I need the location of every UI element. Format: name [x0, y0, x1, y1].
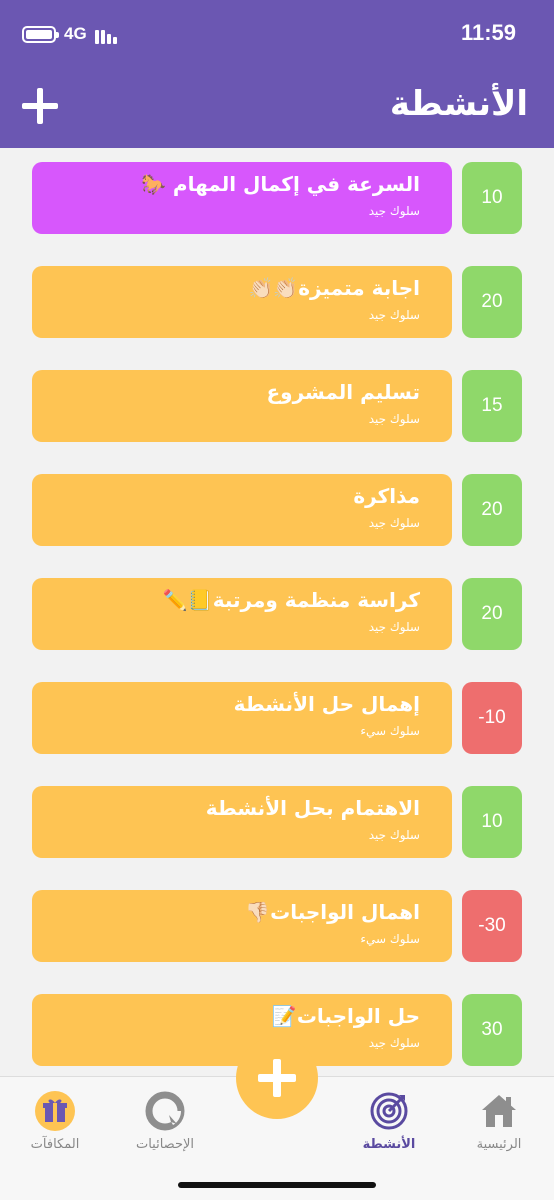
activity-card[interactable]: تسليم المشروع سلوك جيد — [32, 370, 452, 442]
tab-activities[interactable]: الأنشطة — [334, 1087, 444, 1157]
activity-points: 15 — [462, 370, 522, 442]
activity-subtitle: سلوك سيء — [360, 932, 420, 946]
activity-subtitle: سلوك جيد — [368, 204, 420, 218]
activity-points: 20 — [462, 266, 522, 338]
gift-icon — [35, 1091, 75, 1131]
tab-label: المكافآت — [30, 1137, 80, 1152]
activity-title: اجابة متميزة👏🏻👏🏻 — [248, 276, 420, 300]
target-icon — [370, 1092, 408, 1130]
activity-title: اهمال الواجبات👎🏻 — [245, 900, 420, 924]
app-header: 4G 11:59 الأنشطة — [0, 0, 554, 148]
activity-points: 30 — [462, 994, 522, 1066]
tab-label: الأنشطة — [362, 1137, 416, 1152]
status-bar: 4G 11:59 — [0, 0, 554, 70]
activity-subtitle: سلوك جيد — [368, 412, 420, 426]
activity-card[interactable]: كراسة منظمة ومرتبة📒✏️ سلوك جيد — [32, 578, 452, 650]
activity-row[interactable]: تسليم المشروع سلوك جيد 15 — [0, 370, 554, 442]
activity-row[interactable]: إهمال حل الأنشطة سلوك سيء -10 — [0, 682, 554, 754]
activity-subtitle: سلوك جيد — [368, 308, 420, 322]
activity-subtitle: سلوك جيد — [368, 620, 420, 634]
activity-row[interactable]: الاهتمام بحل الأنشطة سلوك جيد 10 — [0, 786, 554, 858]
activity-subtitle: سلوك جيد — [368, 828, 420, 842]
activity-title: إهمال حل الأنشطة — [233, 692, 420, 716]
activity-title: حل الواجبات📝 — [271, 1004, 420, 1028]
activity-card[interactable]: مذاكرة سلوك جيد — [32, 474, 452, 546]
activity-row[interactable]: اجابة متميزة👏🏻👏🏻 سلوك جيد 20 — [0, 266, 554, 338]
activity-title: تسليم المشروع — [266, 380, 421, 404]
activity-title: كراسة منظمة ومرتبة📒✏️ — [162, 588, 420, 612]
activity-subtitle: سلوك سيء — [360, 724, 420, 738]
activity-row[interactable]: كراسة منظمة ومرتبة📒✏️ سلوك جيد 20 — [0, 578, 554, 650]
tab-rewards[interactable]: المكافآت — [0, 1087, 110, 1157]
activity-card[interactable]: إهمال حل الأنشطة سلوك سيء — [32, 682, 452, 754]
pie-chart-icon — [145, 1091, 185, 1131]
activity-row[interactable]: اهمال الواجبات👎🏻 سلوك سيء -30 — [0, 890, 554, 962]
network-label: 4G — [64, 24, 87, 43]
activity-card[interactable]: اجابة متميزة👏🏻👏🏻 سلوك جيد — [32, 266, 452, 338]
activity-points: 20 — [462, 474, 522, 546]
activity-title: السرعة في إكمال المهام 🐎 — [141, 172, 420, 196]
activity-title: مذاكرة — [353, 484, 420, 508]
activity-points: 20 — [462, 578, 522, 650]
activity-points: -10 — [462, 682, 522, 754]
status-time: 11:59 — [460, 20, 516, 45]
activity-card[interactable]: اهمال الواجبات👎🏻 سلوك سيء — [32, 890, 452, 962]
tab-statistics[interactable]: الإحصائيات — [110, 1087, 220, 1157]
activity-title: الاهتمام بحل الأنشطة — [205, 796, 420, 820]
tab-label: الرئيسية — [476, 1137, 522, 1152]
home-icon — [482, 1095, 516, 1127]
activity-row[interactable]: مذاكرة سلوك جيد 20 — [0, 474, 554, 546]
home-indicator — [178, 1182, 376, 1188]
add-activity-button[interactable] — [22, 88, 58, 124]
tab-label: الإحصائيات — [135, 1137, 195, 1152]
activity-card[interactable]: الاهتمام بحل الأنشطة سلوك جيد — [32, 786, 452, 858]
quick-add-button[interactable] — [236, 1037, 318, 1119]
signal-icon — [95, 26, 121, 44]
activity-points: -30 — [462, 890, 522, 962]
page-title: الأنشطة — [389, 84, 528, 124]
activity-subtitle: سلوك جيد — [368, 1036, 420, 1050]
activity-points: 10 — [462, 786, 522, 858]
battery-icon — [22, 26, 59, 43]
activity-subtitle: سلوك جيد — [368, 516, 420, 530]
activity-list[interactable]: السرعة في إكمال المهام 🐎 سلوك جيد 10 اجا… — [0, 148, 554, 1076]
activity-row[interactable]: السرعة في إكمال المهام 🐎 سلوك جيد 10 — [0, 162, 554, 234]
tab-home[interactable]: الرئيسية — [444, 1087, 554, 1157]
activity-card[interactable]: السرعة في إكمال المهام 🐎 سلوك جيد — [32, 162, 452, 234]
activity-points: 10 — [462, 162, 522, 234]
